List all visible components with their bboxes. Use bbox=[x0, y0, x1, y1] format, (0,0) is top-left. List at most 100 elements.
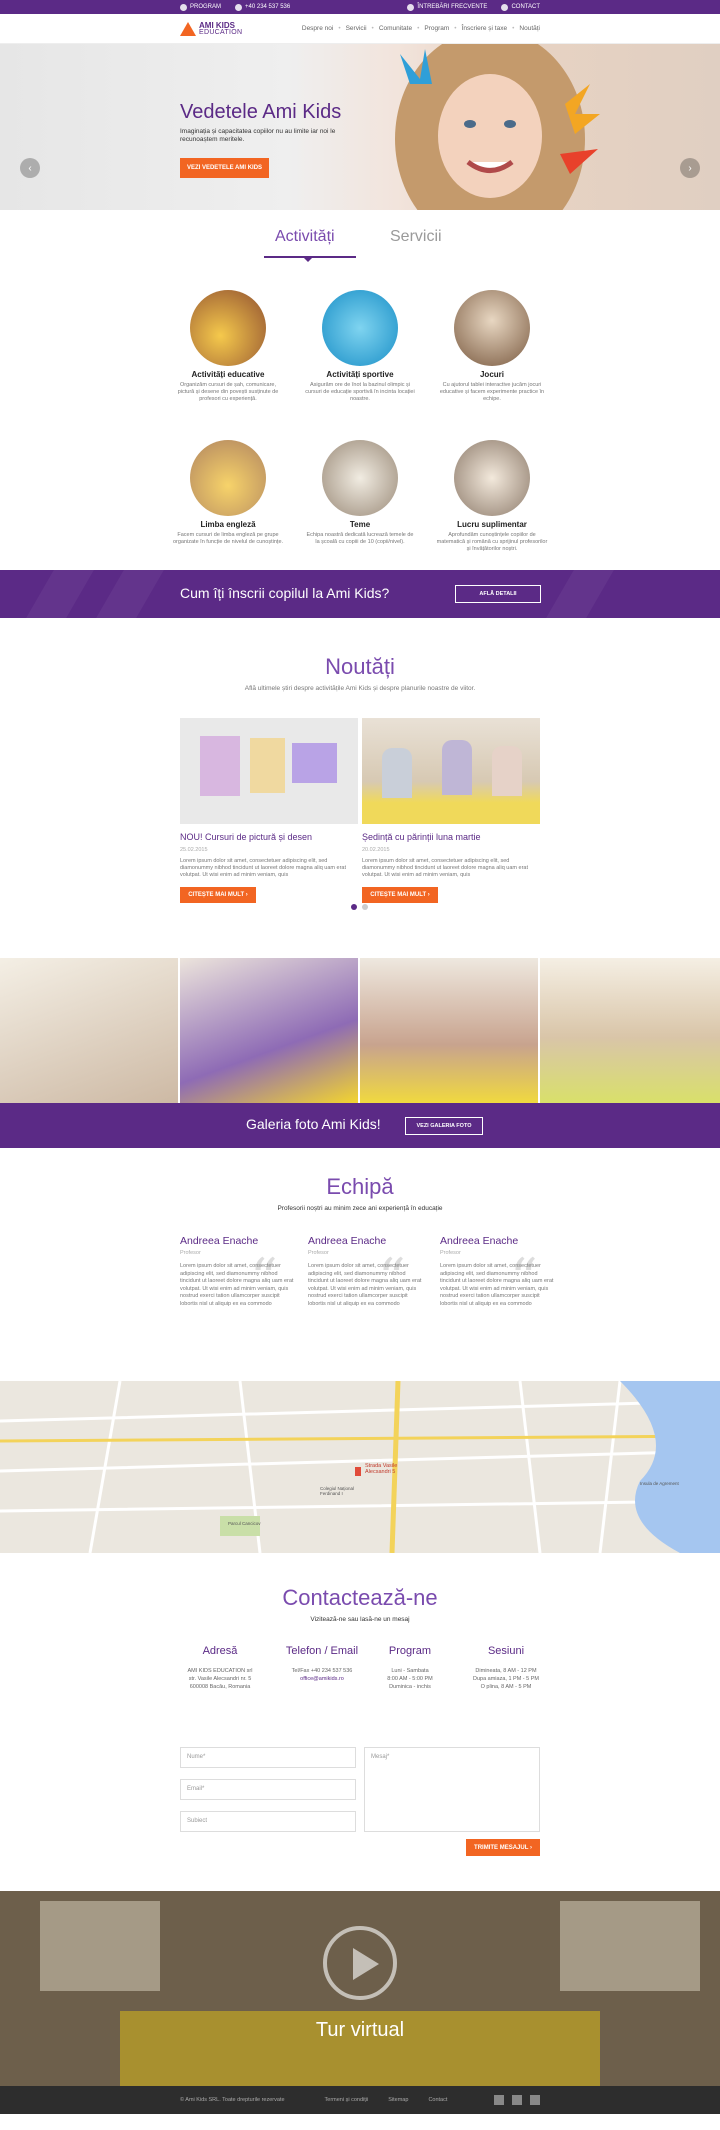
activity-item[interactable]: Activități sportive Asigurăm ore de înot… bbox=[304, 290, 416, 403]
enroll-band: Cum îți înscrii copilul la Ami Kids? AFL… bbox=[0, 570, 720, 618]
gallery-photo[interactable] bbox=[360, 958, 538, 1103]
nav-item-servicii[interactable]: Servicii bbox=[346, 25, 367, 32]
news-photo bbox=[362, 718, 540, 824]
activity-item[interactable]: Limba engleză Facem cursuri de limba eng… bbox=[172, 440, 284, 546]
phone-link[interactable]: +40 234 537 536 bbox=[235, 3, 290, 11]
enroll-button[interactable]: AFLĂ DETALII bbox=[455, 585, 541, 603]
nav-item-inscriere[interactable]: Înscriere și taxe bbox=[462, 25, 508, 32]
activity-item[interactable]: Jocuri Cu ajutorul tablei interactive ju… bbox=[436, 290, 548, 403]
nav-item-noutati[interactable]: Noutăți bbox=[519, 25, 540, 32]
member-text: Lorem ipsum dolor sit amet, consectetuer… bbox=[308, 1263, 422, 1307]
news-card[interactable]: Ședință cu părinții luna martie 20.02.20… bbox=[362, 718, 540, 903]
map-canvas bbox=[0, 1381, 720, 1553]
read-more-button[interactable]: CITEȘTE MAI MULT › bbox=[180, 887, 256, 903]
activity-title: Activități sportive bbox=[326, 370, 394, 379]
activity-title: Activități educative bbox=[191, 370, 265, 379]
location-map[interactable]: Strada Vasile Alecsandri 5 Colegiul Nați… bbox=[0, 1381, 720, 1553]
team-member: “ Andreea Enache Profesor Lorem ipsum do… bbox=[308, 1235, 423, 1310]
contact-col-title: Sesiuni bbox=[487, 1645, 525, 1657]
news-card-title[interactable]: Ședință cu părinții luna martie bbox=[362, 832, 540, 842]
contact-col-title: Program bbox=[388, 1645, 432, 1657]
activity-item[interactable]: Activități educative Organizăm cursuri d… bbox=[172, 290, 284, 403]
contact-program: Program Luni - Sambata 8:00 AM - 5:00 PM… bbox=[360, 1645, 460, 1691]
gallery-photo[interactable] bbox=[0, 958, 178, 1103]
video-title: Tur virtual bbox=[315, 2019, 405, 2041]
activity-photo bbox=[322, 290, 398, 366]
contact-title: Contactează-ne bbox=[282, 1585, 438, 1610]
pagination-dot-active[interactable] bbox=[351, 904, 357, 910]
contact-link[interactable]: CONTACT bbox=[501, 3, 540, 11]
member-text: Lorem ipsum dolor sit amet, consectetuer… bbox=[440, 1263, 554, 1307]
news-card-title[interactable]: NOU! Cursuri de pictură și desen bbox=[180, 832, 358, 842]
team-section: Echipă Profesorii noștri au minim zece a… bbox=[0, 1148, 720, 1381]
nav-item-program[interactable]: Program bbox=[424, 25, 449, 32]
footer-link[interactable]: Sitemap bbox=[388, 2097, 408, 2103]
activity-item[interactable]: Teme Echipa noastră dedicată lucrează te… bbox=[304, 440, 416, 546]
logo-icon bbox=[180, 21, 196, 36]
activities-grid: Activități educative Organizăm cursuri d… bbox=[0, 260, 720, 570]
hero-slider: Vedetele Ami Kids Imaginația și capacita… bbox=[0, 44, 720, 210]
subject-field[interactable]: Subiect bbox=[180, 1811, 356, 1832]
team-member: “ Andreea Enache Profesor Lorem ipsum do… bbox=[180, 1235, 295, 1310]
contact-line: Duminica - inchis bbox=[389, 1684, 431, 1690]
team-member: “ Andreea Enache Profesor Lorem ipsum do… bbox=[440, 1235, 555, 1310]
slider-prev-button[interactable]: ‹ bbox=[20, 158, 40, 178]
email-field[interactable]: Email* bbox=[180, 1779, 356, 1800]
play-icon[interactable] bbox=[323, 1926, 397, 2000]
youtube-icon[interactable] bbox=[530, 2095, 540, 2105]
activity-title: Teme bbox=[349, 520, 371, 529]
contact-address: Adresă AMI KIDS EDUCATION srl str. Vasil… bbox=[170, 1645, 270, 1691]
nav-item-comunitate[interactable]: Comunitate bbox=[379, 25, 412, 32]
contact-section: Contactează-ne Vizitează-ne sau lasă-ne … bbox=[0, 1553, 720, 1891]
contact-sessions: Sesiuni Dimineata, 8 AM - 12 PM Dupa ami… bbox=[456, 1645, 556, 1691]
nav-item-despre[interactable]: Despre noi bbox=[302, 25, 333, 32]
gallery-photo[interactable] bbox=[540, 958, 720, 1103]
contact-line: O plina, 8 AM - 5 PM bbox=[480, 1684, 532, 1690]
contact-line: Dupa amiaza, 1 PM - 5 PM bbox=[472, 1676, 540, 1682]
submit-button[interactable]: TRIMITE MESAJUL › bbox=[466, 1839, 540, 1856]
tabs: Activități Servicii bbox=[0, 210, 720, 262]
logo[interactable]: AMI KIDS EDUCATION bbox=[180, 21, 242, 36]
band-stripe bbox=[96, 570, 164, 618]
name-field[interactable]: Nume* bbox=[180, 1747, 356, 1768]
message-field[interactable]: Mesaj* bbox=[364, 1747, 540, 1832]
slider-next-button[interactable]: › bbox=[680, 158, 700, 178]
facebook-icon[interactable] bbox=[494, 2095, 504, 2105]
pagination-dot[interactable] bbox=[362, 904, 368, 910]
map-label: Colegiul Național Ferdinand I bbox=[320, 1486, 355, 1496]
contact-line: Tel/Fax +40 234 537 536 bbox=[291, 1668, 353, 1674]
contact-line: 8:00 AM - 5:00 PM bbox=[387, 1676, 433, 1682]
nav-separator: • bbox=[512, 25, 515, 32]
gallery-button[interactable]: VEZI GALERIA FOTO bbox=[405, 1117, 483, 1135]
contact-col-title: Telefon / Email bbox=[285, 1645, 359, 1657]
nav-separator: • bbox=[338, 25, 341, 32]
virtual-tour[interactable]: Tur virtual bbox=[0, 1891, 720, 2086]
gallery-band: Galeria foto Ami Kids! VEZI GALERIA FOTO bbox=[0, 1103, 720, 1148]
contact-line: AMI KIDS EDUCATION srl bbox=[187, 1668, 253, 1674]
googleplus-icon[interactable] bbox=[512, 2095, 522, 2105]
contact-line: Luni - Sambata bbox=[391, 1668, 429, 1674]
faq-link[interactable]: ÎNTREBĂRI FRECVENTE bbox=[407, 3, 487, 11]
tab-servicii[interactable]: Servicii bbox=[390, 228, 442, 246]
hero-text: Imaginația și capacitatea copiilor nu au… bbox=[180, 128, 336, 143]
activity-item[interactable]: Lucru suplimentar Aprofundăm cunoștințel… bbox=[436, 440, 548, 553]
activity-text: Echipa noastră dedicată lucrează temele … bbox=[306, 532, 414, 545]
news-card[interactable]: NOU! Cursuri de pictură și desen 25.02.2… bbox=[180, 718, 358, 903]
email-link[interactable]: office@amikids.ro bbox=[272, 1675, 372, 1683]
tab-activitati[interactable]: Activități bbox=[275, 228, 335, 246]
read-more-button[interactable]: CITEȘTE MAI MULT › bbox=[362, 887, 438, 903]
footer-link[interactable]: Termeni și condiții bbox=[325, 2097, 369, 2103]
hero-button[interactable]: VEZI VEDETELE AMI KIDS bbox=[180, 158, 269, 178]
footer-link[interactable]: Contact bbox=[428, 2097, 447, 2103]
contact-line: 600008 Bacău, Romania bbox=[189, 1684, 251, 1690]
mail-icon bbox=[501, 3, 509, 11]
contact-line: str. Vasile Alecsandri nr. 5 bbox=[188, 1676, 252, 1682]
program-link[interactable]: PROGRAM bbox=[180, 3, 221, 11]
activity-text: Cu ajutorul tablei interactive jucăm joc… bbox=[439, 382, 545, 402]
band-stripe bbox=[546, 570, 614, 618]
footer-copyright: © Ami Kids SRL. Toate drepturile rezerva… bbox=[180, 2097, 285, 2103]
activity-photo bbox=[454, 440, 530, 516]
member-name: Andreea Enache bbox=[308, 1235, 387, 1247]
social-icons bbox=[494, 2095, 540, 2105]
gallery-photo[interactable] bbox=[180, 958, 358, 1103]
